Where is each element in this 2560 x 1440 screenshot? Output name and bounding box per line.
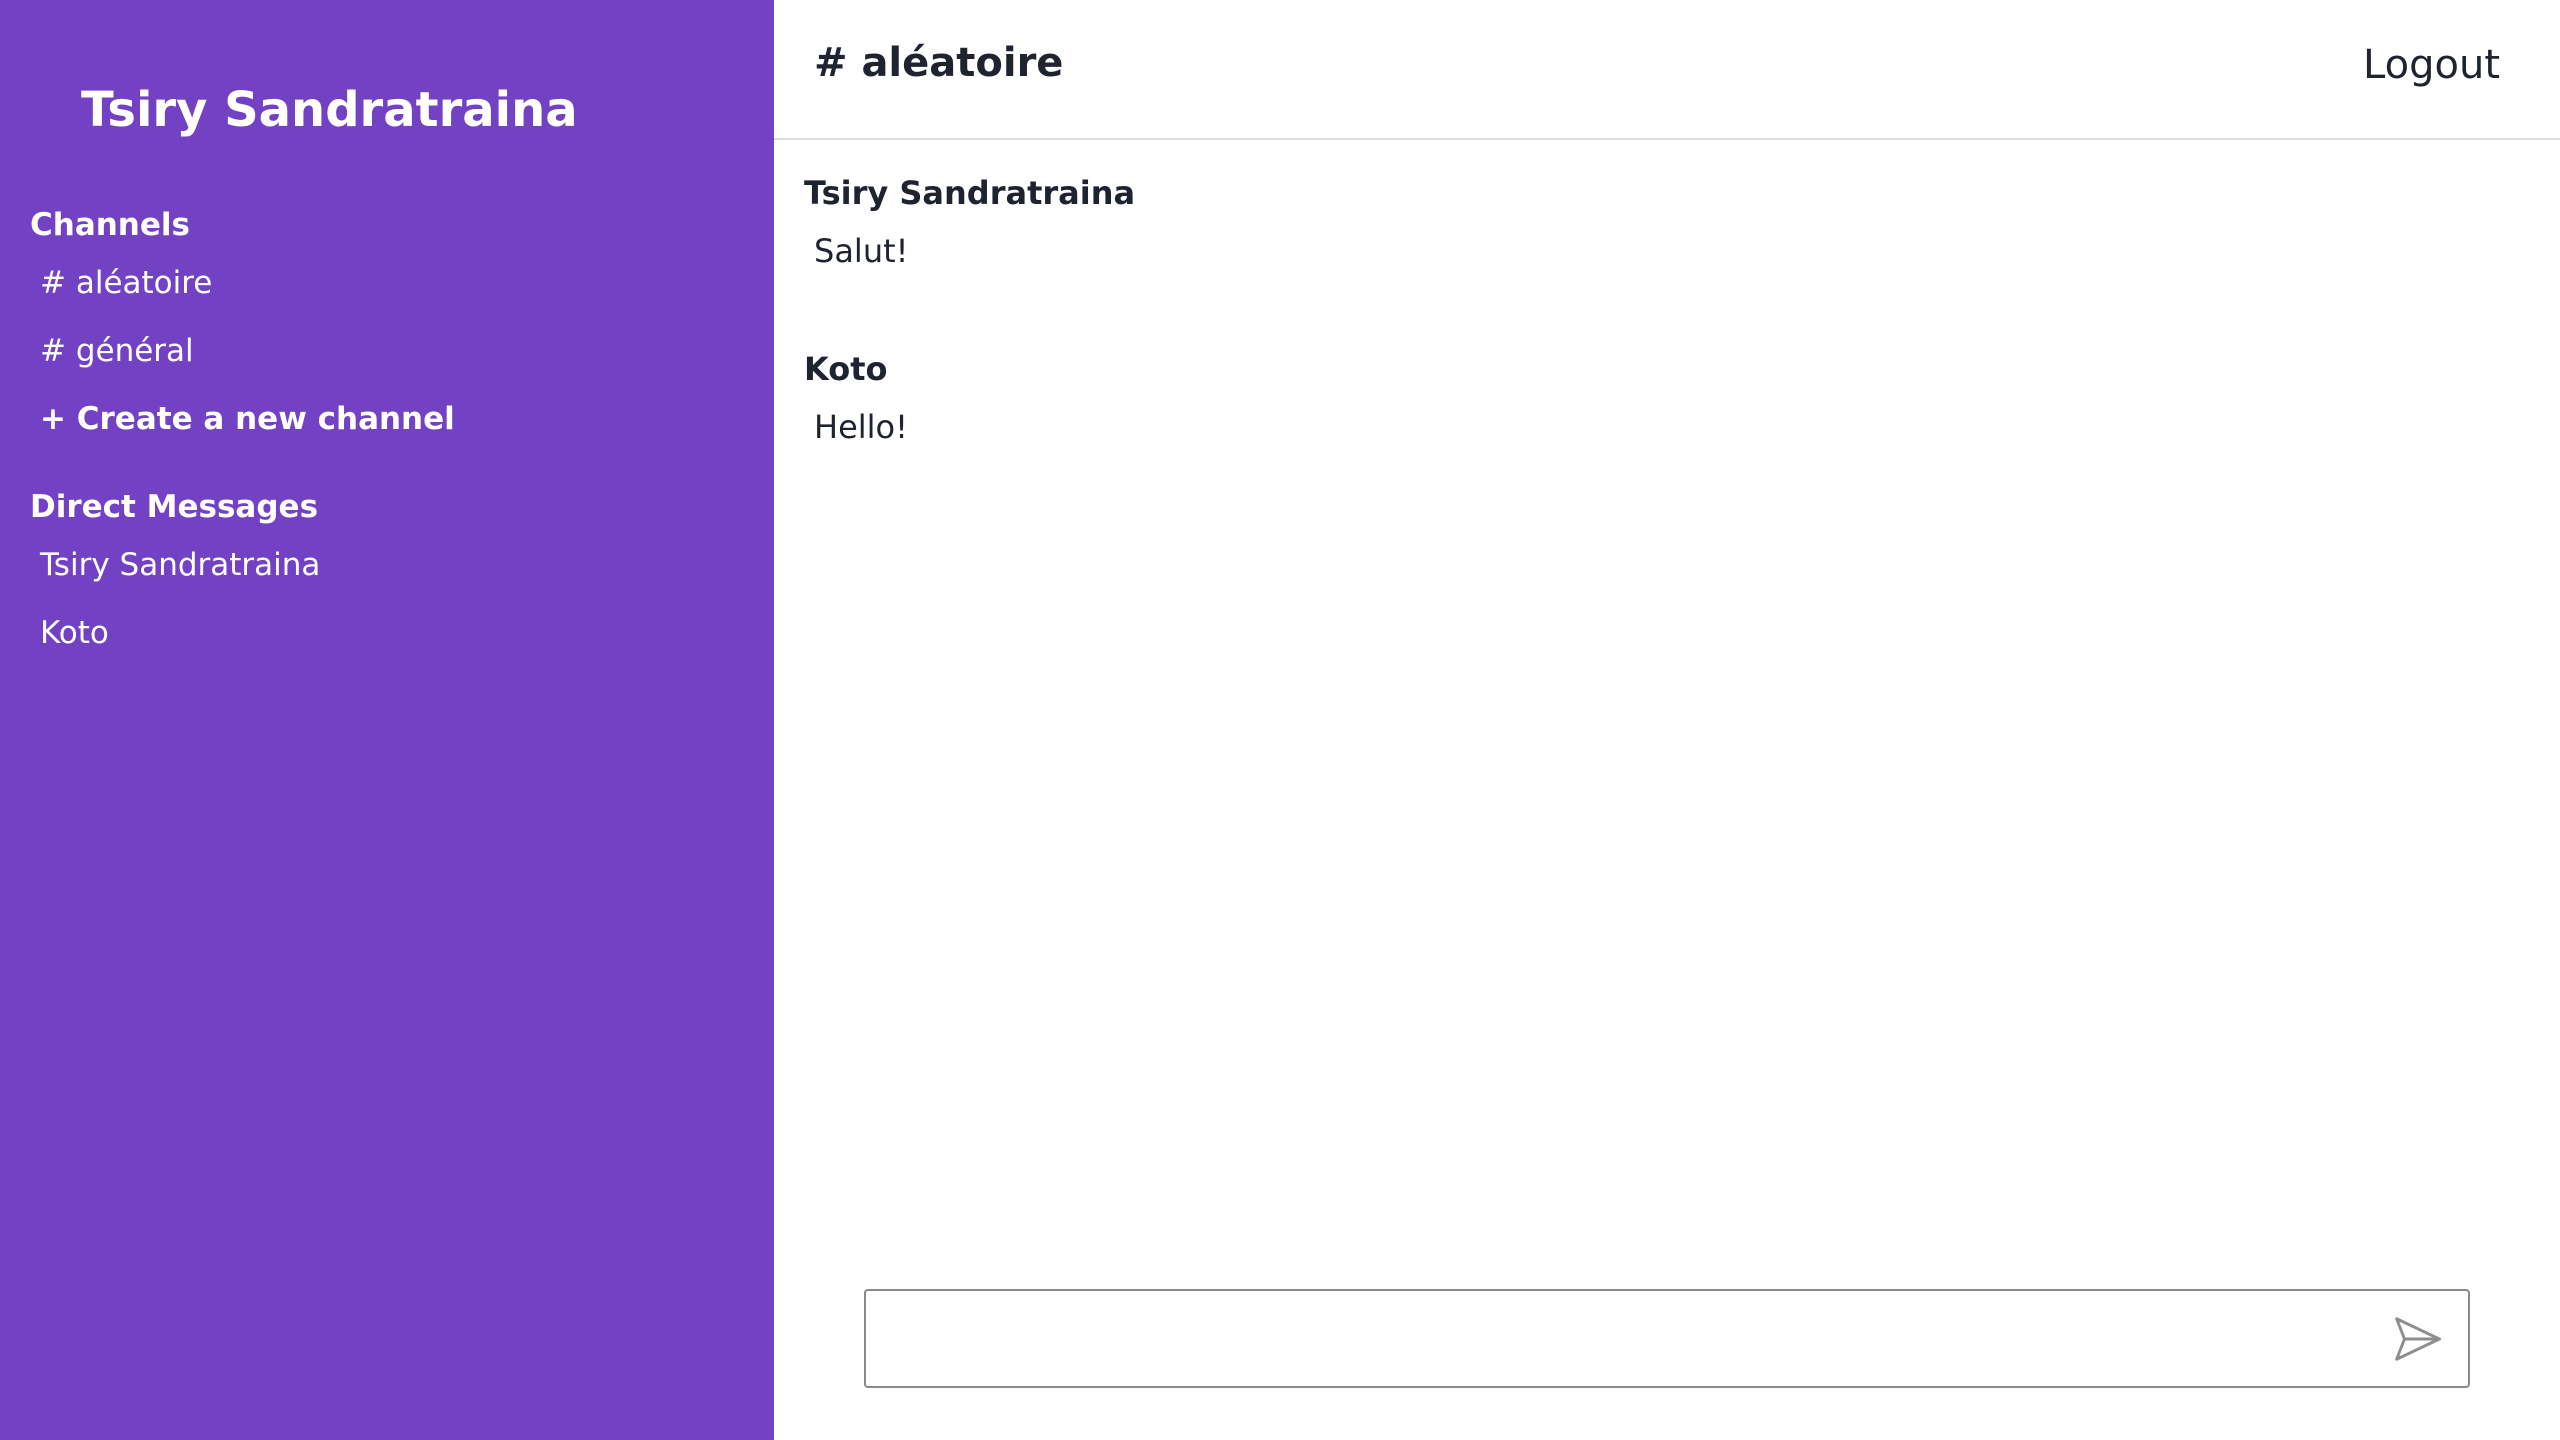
message-author: Tsiry Sandratraina <box>804 174 1136 212</box>
channels-section-title: Channels <box>30 207 190 243</box>
message-text: Salut! <box>814 232 909 270</box>
message-input[interactable] <box>866 1291 2366 1386</box>
sidebar-item-channel-general[interactable]: # général <box>40 333 194 369</box>
sidebar-item-channel-aleatoire[interactable]: # aléatoire <box>40 265 212 301</box>
sidebar-item-dm-tsiry-sandratraina[interactable]: Tsiry Sandratraina <box>40 547 320 583</box>
message-list: Tsiry Sandratraina Salut! Koto Hello! <box>804 170 2504 522</box>
sidebar: Tsiry Sandratraina Channels # aléatoire … <box>0 0 774 1440</box>
channel-title: # aléatoire <box>814 40 1064 86</box>
channel-header: # aléatoire Logout <box>774 0 2560 140</box>
current-user-name: Tsiry Sandratraina <box>81 82 578 138</box>
send-button[interactable] <box>2388 1309 2448 1369</box>
message-item: Koto Hello! <box>804 346 2504 522</box>
create-channel-button[interactable]: + Create a new channel <box>40 401 455 437</box>
chat-app: Tsiry Sandratraina Channels # aléatoire … <box>0 0 2560 1440</box>
sidebar-item-dm-koto[interactable]: Koto <box>40 615 109 651</box>
logout-button[interactable]: Logout <box>2363 42 2500 88</box>
main-panel: # aléatoire Logout Tsiry Sandratraina Sa… <box>774 0 2560 1440</box>
message-author: Koto <box>804 350 888 388</box>
message-composer <box>864 1289 2470 1388</box>
send-icon <box>2395 1317 2441 1361</box>
message-text: Hello! <box>814 408 908 446</box>
message-item: Tsiry Sandratraina Salut! <box>804 170 2504 346</box>
direct-messages-section-title: Direct Messages <box>30 489 319 525</box>
